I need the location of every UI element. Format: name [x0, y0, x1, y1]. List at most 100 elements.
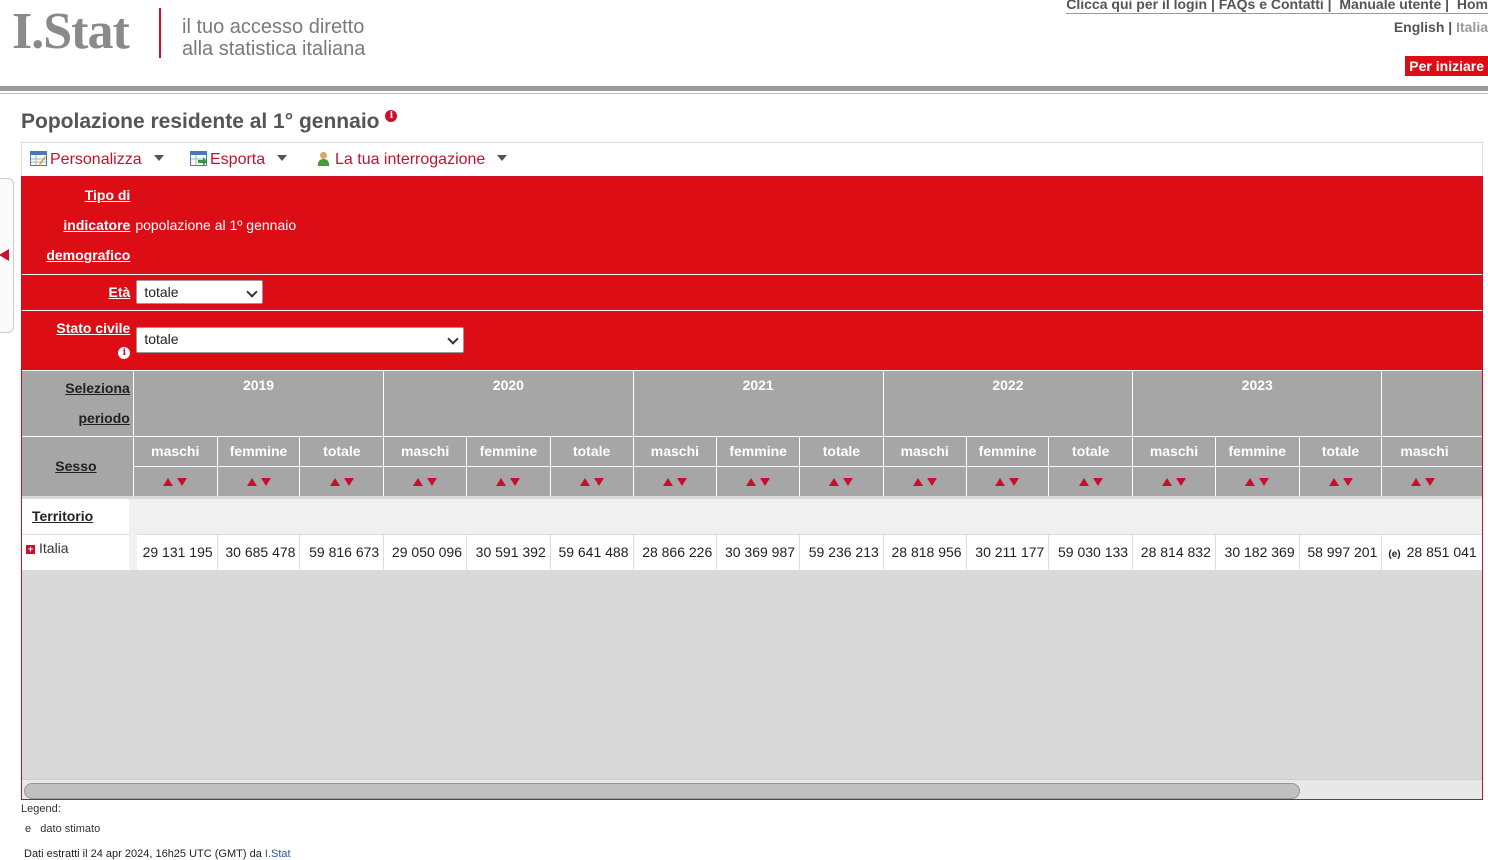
table-cell: 59 030 133	[1048, 533, 1133, 570]
sex-header: totale	[1298, 435, 1382, 466]
sex-header: maschi	[882, 435, 967, 466]
period-selector-label[interactable]: Seleziona periodo	[22, 369, 134, 436]
header-rule-thin	[0, 93, 1488, 94]
query-menu[interactable]: La tua interrogazione	[315, 151, 508, 169]
sort-control[interactable]	[1298, 465, 1382, 496]
customize-menu[interactable]: Personalizza	[30, 151, 164, 169]
manual-link[interactable]: Manuale utente	[1339, 0, 1441, 12]
age-select-value: totale	[144, 284, 179, 300]
sort-asc-icon[interactable]	[413, 478, 424, 487]
sort-control[interactable]	[1132, 465, 1216, 496]
sex-header: femmine	[216, 435, 300, 466]
sort-desc-icon[interactable]	[177, 478, 188, 487]
lang-english[interactable]: English	[1394, 19, 1445, 35]
sort-asc-icon[interactable]	[829, 478, 840, 487]
istat-link[interactable]: I.Stat	[265, 848, 291, 860]
sex-header: femmine	[1214, 435, 1300, 466]
login-link[interactable]: Clicca qui per il login	[1066, 0, 1207, 12]
top-links: Clicca qui per il login | FAQs e Contatt…	[1066, 0, 1488, 14]
sort-desc-icon[interactable]	[843, 478, 854, 487]
faq-link[interactable]: FAQs e Contatti	[1219, 0, 1324, 12]
tagline-line2: alla statistica italiana	[182, 38, 366, 60]
info-icon[interactable]: i	[118, 346, 131, 359]
footer-text: Dati estratti il 24 apr 2024, 16h25 UTC …	[24, 848, 262, 860]
estimate-flag: (e)	[1388, 549, 1401, 561]
sort-control[interactable]	[632, 465, 717, 496]
sort-desc-icon[interactable]	[926, 478, 937, 487]
sort-asc-icon[interactable]	[1245, 478, 1256, 487]
chevron-down-icon	[277, 155, 288, 161]
table-cell: 30 211 177	[965, 533, 1049, 570]
sort-control[interactable]	[216, 465, 300, 496]
sort-asc-icon[interactable]	[579, 478, 590, 487]
age-label[interactable]: Età	[22, 273, 134, 310]
sort-desc-icon[interactable]	[676, 478, 687, 487]
sex-header: maschi	[132, 435, 218, 466]
table-cell: 28 851 041	[1406, 544, 1477, 561]
horizontal-scrollbar[interactable]	[22, 779, 1482, 799]
sort-control[interactable]	[965, 465, 1049, 496]
table-cell: 30 591 392	[465, 533, 551, 570]
sort-desc-icon[interactable]	[1092, 478, 1103, 487]
sort-asc-icon[interactable]	[496, 478, 507, 487]
sort-control[interactable]	[299, 465, 384, 496]
sex-header: maschi	[383, 435, 467, 466]
home-link[interactable]: Hom	[1457, 0, 1488, 12]
start-button[interactable]: Per iniziare	[1405, 56, 1488, 76]
sort-asc-icon[interactable]	[1161, 478, 1172, 487]
age-select[interactable]: totale	[136, 280, 264, 304]
sort-control[interactable]	[383, 465, 467, 496]
sort-desc-icon[interactable]	[1009, 478, 1020, 487]
sex-header: femmine	[965, 435, 1049, 466]
sort-desc-icon[interactable]	[260, 478, 271, 487]
table-cell: 59 641 488	[549, 533, 634, 570]
sort-control[interactable]	[1381, 465, 1482, 496]
sort-control[interactable]	[549, 465, 634, 496]
table-cell: 29 050 096	[383, 533, 467, 570]
sort-desc-icon[interactable]	[1342, 478, 1353, 487]
sort-control[interactable]	[132, 465, 218, 496]
civil-status-select[interactable]: totale	[136, 327, 465, 353]
sort-desc-icon[interactable]	[593, 478, 604, 487]
year-header-partial	[1381, 369, 1482, 436]
lang-italian[interactable]: Italia	[1456, 19, 1488, 35]
sort-desc-icon[interactable]	[510, 478, 521, 487]
istat-logo[interactable]: I.Stat	[12, 2, 130, 61]
territory-label[interactable]: Territorio	[22, 499, 138, 534]
civil-status-label[interactable]: Stato civile	[56, 320, 130, 336]
sort-asc-icon[interactable]	[1078, 478, 1089, 487]
indicator-label[interactable]: Tipo di indicatore demografico	[22, 177, 134, 274]
sort-control[interactable]	[716, 465, 800, 496]
sort-control[interactable]	[1214, 465, 1300, 496]
sort-control[interactable]	[799, 465, 884, 496]
expand-icon[interactable]: +	[26, 544, 35, 554]
sort-asc-icon[interactable]	[1328, 478, 1339, 487]
sort-asc-icon[interactable]	[1411, 478, 1422, 487]
sort-control[interactable]	[465, 465, 551, 496]
sort-control[interactable]	[882, 465, 967, 496]
table-cell: 28 818 956	[882, 533, 967, 570]
row-label: Italia	[39, 539, 69, 556]
sort-desc-icon[interactable]	[1259, 478, 1270, 487]
side-panel-toggle[interactable]	[0, 178, 14, 333]
sort-desc-icon[interactable]	[1175, 478, 1186, 487]
sort-asc-icon[interactable]	[163, 478, 174, 487]
info-icon[interactable]: i	[385, 110, 398, 122]
sort-asc-icon[interactable]	[246, 478, 257, 487]
sort-control[interactable]	[1048, 465, 1133, 496]
sort-desc-icon[interactable]	[427, 478, 438, 487]
data-table-frame: Tipo di indicatore demografico popolazio…	[21, 176, 1483, 800]
sort-desc-icon[interactable]	[343, 478, 354, 487]
sort-desc-icon[interactable]	[760, 478, 771, 487]
export-menu[interactable]: Esporta	[190, 151, 288, 169]
chevron-down-icon	[497, 155, 508, 161]
sort-asc-icon[interactable]	[746, 478, 757, 487]
sort-desc-icon[interactable]	[1425, 478, 1436, 487]
sex-label[interactable]: Sesso	[22, 435, 134, 496]
sort-asc-icon[interactable]	[662, 478, 673, 487]
sort-asc-icon[interactable]	[995, 478, 1006, 487]
sort-asc-icon[interactable]	[329, 478, 340, 487]
scrollbar-thumb[interactable]	[24, 783, 1300, 799]
legend-code: e	[25, 823, 32, 835]
sort-asc-icon[interactable]	[912, 478, 923, 487]
